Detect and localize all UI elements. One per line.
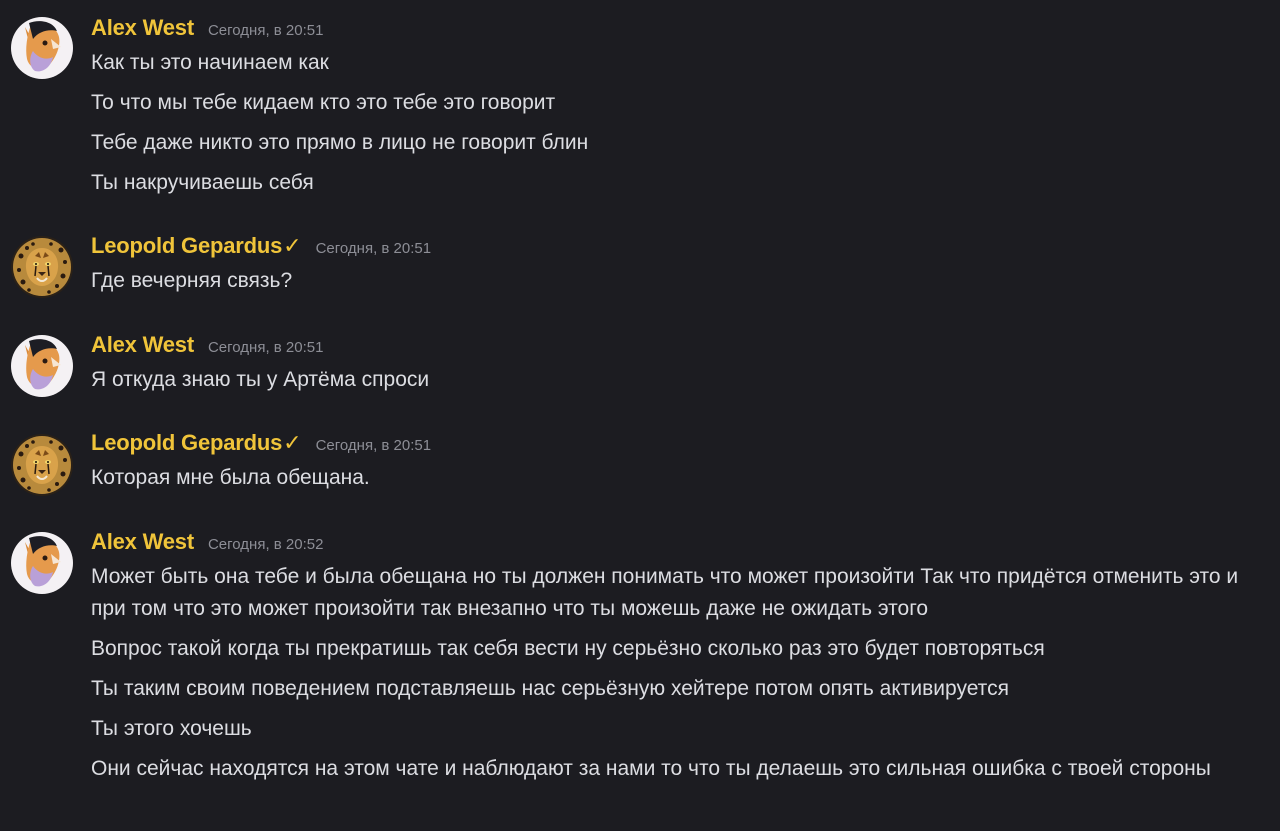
message-text: То что мы тебе кидаем кто это тебе это г… (91, 91, 556, 114)
timestamp: Сегодня, в 20:52 (207, 536, 324, 553)
message-text: Где вечерняя связь? (91, 269, 293, 292)
message-text: Ты накручиваешь себя (91, 171, 314, 194)
verified-check-icon: ✓ (283, 233, 302, 258)
message-header: Leopold Gepardus ✓ Сегодня, в 20:51 (91, 233, 431, 263)
cheetah-avatar-icon[interactable] (11, 236, 73, 298)
timestamp: Сегодня, в 20:51 (315, 240, 432, 257)
message-text: Как ты это начинаем как (91, 51, 329, 74)
username[interactable]: Leopold Gepardus (91, 430, 282, 456)
message-header: Leopold Gepardus ✓ Сегодня, в 20:51 (91, 430, 431, 460)
message-text: Может быть она тебе и была обещана но ты… (91, 565, 1239, 620)
message-text: Вопрос такой когда ты прекратишь так себ… (91, 637, 1045, 660)
message-text: Которая мне была обещана. (91, 466, 370, 489)
message-header: Alex West Сегодня, в 20:51 (91, 332, 323, 362)
message-text: Тебе даже никто это прямо в лицо не гово… (91, 131, 589, 154)
chat-message-list: Alex West Сегодня, в 20:51 Как ты это на… (0, 0, 1280, 831)
message-text: Ты этого хочешь (91, 717, 252, 740)
username[interactable]: Alex West (91, 332, 194, 358)
timestamp: Сегодня, в 20:51 (207, 22, 324, 39)
fox-avatar-icon[interactable] (11, 532, 73, 594)
timestamp: Сегодня, в 20:51 (207, 339, 324, 356)
message-text: Я откуда знаю ты у Артёма спроси (91, 368, 430, 391)
fox-avatar-icon[interactable] (11, 335, 73, 397)
username[interactable]: Leopold Gepardus (91, 233, 282, 259)
message-text: Ты таким своим поведением подставляешь н… (91, 677, 1009, 700)
username[interactable]: Alex West (91, 529, 194, 555)
username[interactable]: Alex West (91, 15, 194, 41)
verified-check-icon: ✓ (283, 430, 302, 455)
message-text: Они сейчас находятся на этом чате и набл… (91, 757, 1211, 780)
cheetah-avatar-icon[interactable] (11, 434, 73, 496)
fox-avatar-icon[interactable] (11, 17, 73, 79)
timestamp: Сегодня, в 20:51 (315, 437, 432, 454)
message-header: Alex West Сегодня, в 20:52 (91, 529, 323, 559)
message-header: Alex West Сегодня, в 20:51 (91, 15, 323, 45)
